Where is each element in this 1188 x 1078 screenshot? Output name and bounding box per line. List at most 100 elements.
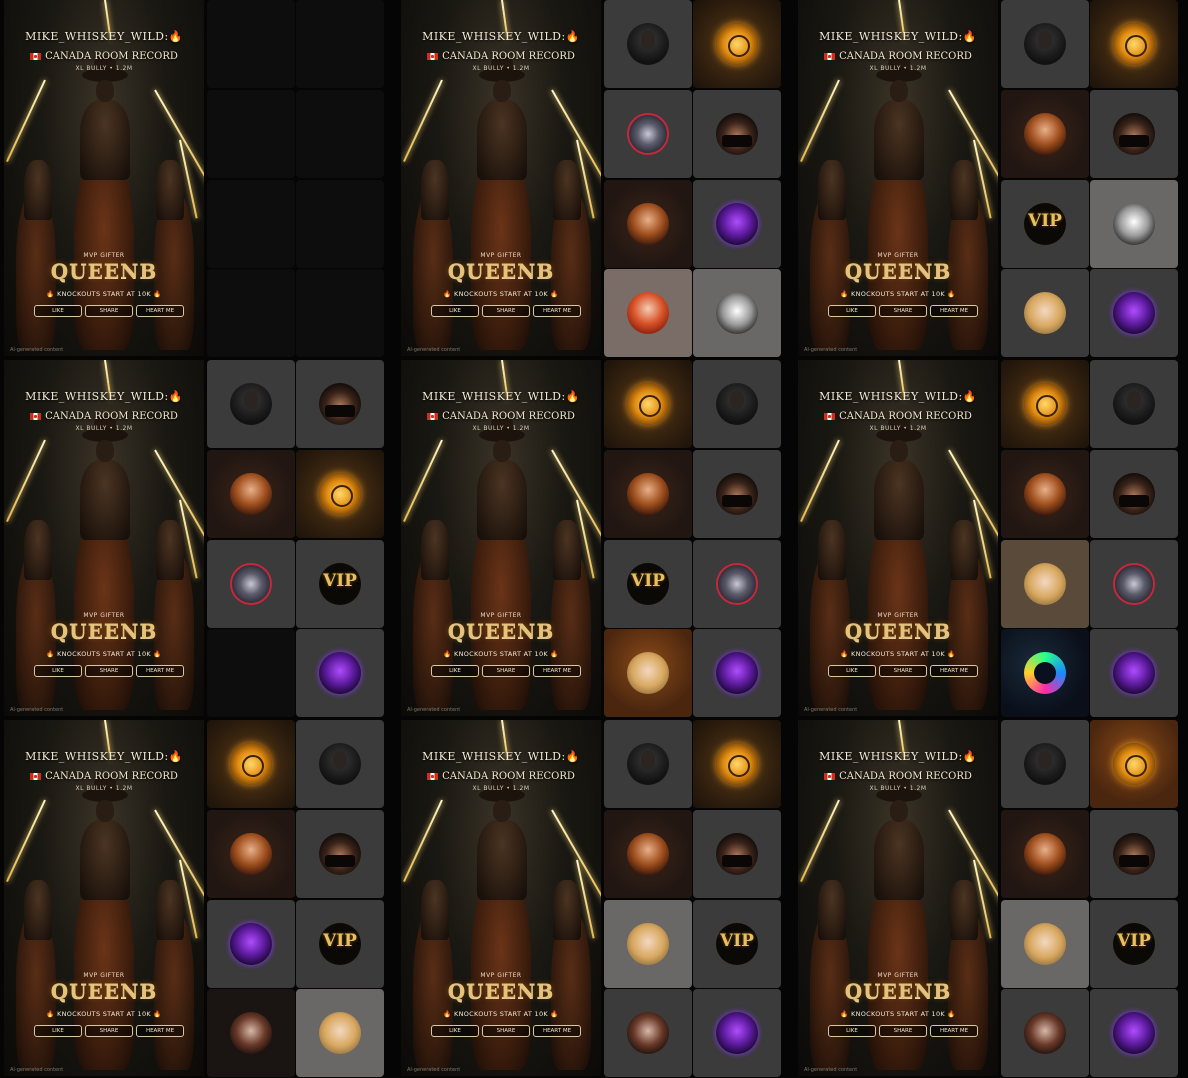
white-figure-avatar[interactable]: [716, 292, 758, 334]
guest-tile[interactable]: [604, 0, 692, 88]
heart-me-button[interactable]: HEART ME: [533, 1025, 581, 1037]
guest-tile[interactable]: [1001, 269, 1089, 357]
guest-tile[interactable]: [604, 269, 692, 357]
vip-avatar[interactable]: VIP: [627, 563, 669, 605]
gold-crest-avatar[interactable]: [716, 23, 758, 65]
guest-tile[interactable]: [693, 629, 781, 717]
guest-tile[interactable]: VIP: [296, 540, 384, 628]
guest-tile[interactable]: [1001, 540, 1089, 628]
neon-badge-avatar[interactable]: [1024, 652, 1066, 694]
gold-crest-avatar[interactable]: [1113, 23, 1155, 65]
masked-user-avatar[interactable]: [1113, 113, 1155, 155]
guest-tile[interactable]: [1090, 810, 1178, 898]
guest-tile[interactable]: [1001, 720, 1089, 808]
guest-tile[interactable]: [1001, 90, 1089, 178]
host-poster[interactable]: MIKE_WHISKEY_WILD:🔥 CANADA ROOM RECORD X…: [401, 0, 601, 356]
guest-tile[interactable]: [207, 989, 295, 1077]
guest-tile[interactable]: [604, 360, 692, 448]
guest-tile[interactable]: [604, 180, 692, 268]
guest-tile[interactable]: VIP: [1090, 900, 1178, 988]
user-avatar[interactable]: [1024, 833, 1066, 875]
share-button[interactable]: SHARE: [85, 1025, 133, 1037]
heart-me-button[interactable]: HEART ME: [533, 665, 581, 677]
share-button[interactable]: SHARE: [879, 305, 927, 317]
glasses-user-avatar[interactable]: [627, 1012, 669, 1054]
user-avatar[interactable]: [319, 743, 361, 785]
vip-avatar[interactable]: VIP: [1024, 203, 1066, 245]
user-avatar[interactable]: [1024, 113, 1066, 155]
like-button[interactable]: LIKE: [828, 1025, 876, 1037]
user-avatar[interactable]: [716, 383, 758, 425]
guest-tile[interactable]: [1090, 989, 1178, 1077]
blonde-user-avatar[interactable]: [1024, 923, 1066, 965]
user-avatar[interactable]: [627, 743, 669, 785]
guest-tile[interactable]: [604, 810, 692, 898]
gold-crest-avatar[interactable]: [716, 743, 758, 785]
guest-tile[interactable]: [693, 360, 781, 448]
cup-of-tea-avatar[interactable]: [716, 652, 758, 694]
like-button[interactable]: LIKE: [431, 665, 479, 677]
guest-tile[interactable]: [1090, 0, 1178, 88]
guest-tile[interactable]: [1001, 900, 1089, 988]
like-button[interactable]: LIKE: [34, 665, 82, 677]
guest-tile[interactable]: [693, 989, 781, 1077]
host-poster[interactable]: MIKE_WHISKEY_WILD:🔥 CANADA ROOM RECORD X…: [798, 360, 998, 716]
host-poster[interactable]: MIKE_WHISKEY_WILD:🔥 CANADA ROOM RECORD X…: [4, 360, 204, 716]
user-avatar[interactable]: [230, 383, 272, 425]
gold-crest-avatar[interactable]: [1113, 743, 1155, 785]
masked-user-avatar[interactable]: [1113, 473, 1155, 515]
blonde-user-avatar[interactable]: [1024, 563, 1066, 605]
guest-tile[interactable]: [604, 450, 692, 538]
redhead-user-avatar[interactable]: [627, 292, 669, 334]
heart-me-button[interactable]: HEART ME: [930, 665, 978, 677]
guest-tile[interactable]: [207, 360, 295, 448]
masked-user-avatar[interactable]: [1113, 833, 1155, 875]
guest-tile[interactable]: VIP: [1001, 180, 1089, 268]
blonde-user-avatar[interactable]: [627, 923, 669, 965]
guest-tile[interactable]: [693, 450, 781, 538]
guest-tile[interactable]: [1090, 269, 1178, 357]
white-figure-avatar[interactable]: [1113, 203, 1155, 245]
guest-tile[interactable]: [1090, 450, 1178, 538]
guest-tile[interactable]: [1090, 720, 1178, 808]
user-avatar[interactable]: [230, 473, 272, 515]
guest-tile[interactable]: [604, 629, 692, 717]
user-avatar[interactable]: [627, 833, 669, 875]
like-button[interactable]: LIKE: [431, 305, 479, 317]
mil-badge-avatar[interactable]: [716, 563, 758, 605]
guest-tile[interactable]: [693, 180, 781, 268]
user-avatar[interactable]: [230, 833, 272, 875]
heart-me-button[interactable]: HEART ME: [930, 1025, 978, 1037]
guest-tile[interactable]: [296, 989, 384, 1077]
guest-tile[interactable]: [604, 720, 692, 808]
guest-tile[interactable]: [207, 810, 295, 898]
like-button[interactable]: LIKE: [34, 1025, 82, 1037]
masked-user-avatar[interactable]: [716, 113, 758, 155]
cup-of-tea-avatar[interactable]: [1113, 292, 1155, 334]
user-avatar[interactable]: [1024, 743, 1066, 785]
guest-tile[interactable]: VIP: [296, 900, 384, 988]
heart-me-button[interactable]: HEART ME: [930, 305, 978, 317]
share-button[interactable]: SHARE: [85, 305, 133, 317]
masked-user-avatar[interactable]: [716, 473, 758, 515]
guest-tile[interactable]: [1090, 629, 1178, 717]
guest-tile[interactable]: [296, 450, 384, 538]
guest-tile[interactable]: [207, 720, 295, 808]
guest-tile[interactable]: [1090, 90, 1178, 178]
guest-tile[interactable]: [1090, 360, 1178, 448]
guest-tile[interactable]: [1001, 0, 1089, 88]
host-poster[interactable]: MIKE_WHISKEY_WILD:🔥 CANADA ROOM RECORD X…: [401, 360, 601, 716]
heart-me-button[interactable]: HEART ME: [136, 665, 184, 677]
guest-tile[interactable]: [296, 810, 384, 898]
glasses-user-avatar[interactable]: [1024, 1012, 1066, 1054]
guest-tile[interactable]: [207, 540, 295, 628]
vip-avatar[interactable]: VIP: [716, 923, 758, 965]
guest-tile[interactable]: [207, 450, 295, 538]
cup-of-tea-avatar[interactable]: [1113, 652, 1155, 694]
user-avatar[interactable]: [627, 23, 669, 65]
guest-tile[interactable]: [296, 720, 384, 808]
guest-tile[interactable]: [1001, 629, 1089, 717]
mil-badge-avatar[interactable]: [1113, 563, 1155, 605]
share-button[interactable]: SHARE: [482, 1025, 530, 1037]
user-avatar[interactable]: [627, 473, 669, 515]
